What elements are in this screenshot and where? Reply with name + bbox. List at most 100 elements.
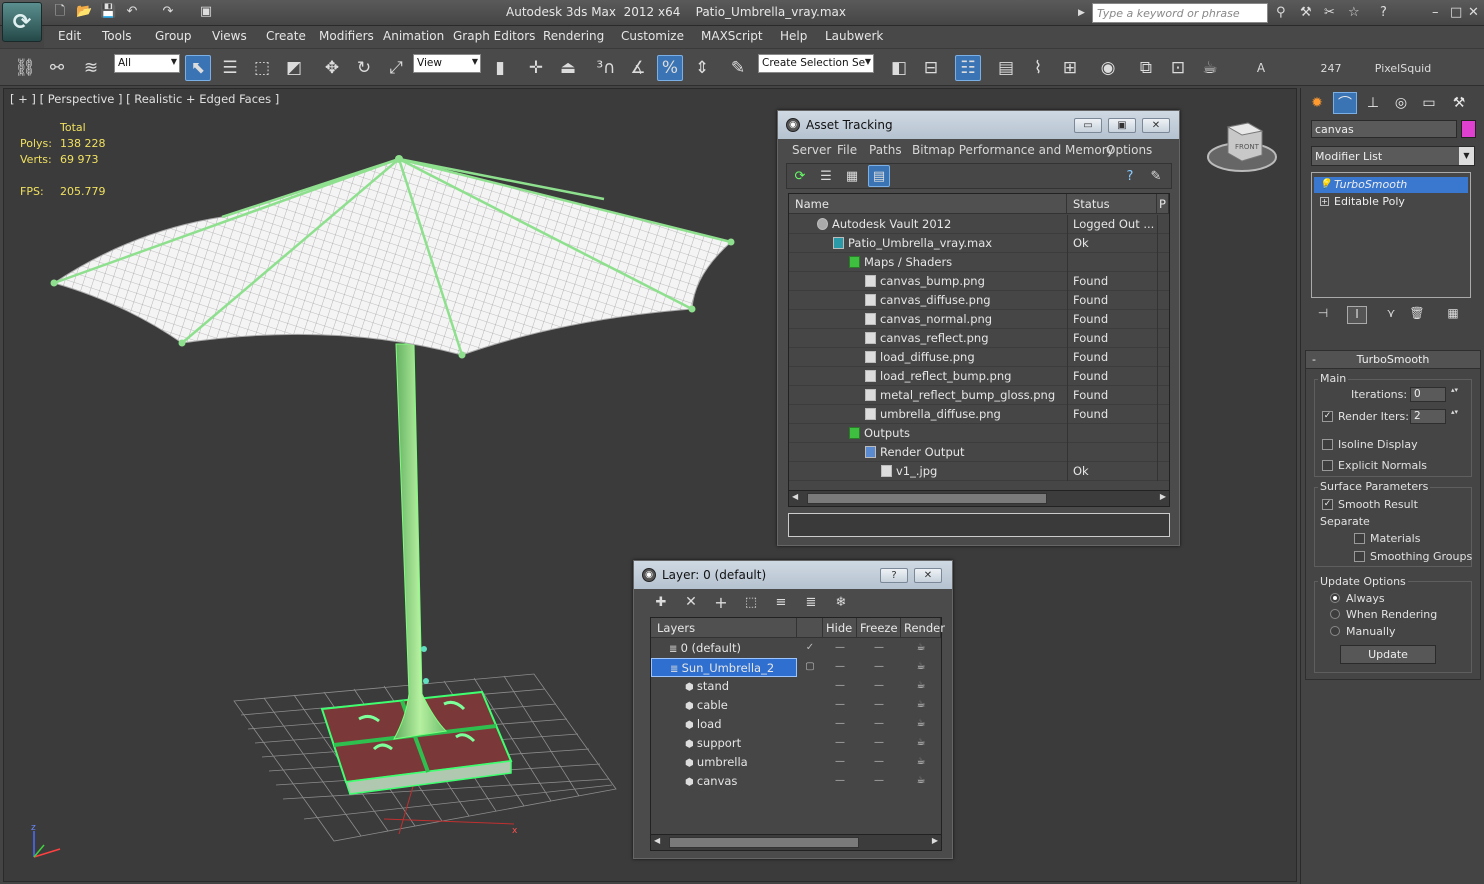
percent-snap-icon[interactable]: % (657, 55, 683, 81)
layer-row[interactable]: ≣ 0 (default) ✓ — — ☕ (651, 639, 941, 658)
freeze-toggle-icon[interactable]: — (857, 734, 901, 753)
stack-item-editable-poly[interactable]: + Editable Poly (1314, 194, 1468, 210)
layer-row[interactable]: ≣ Sun_Umbrella_2 ▢ — — ☕ (651, 658, 941, 677)
collapse-minus-icon[interactable]: - (1312, 351, 1316, 369)
show-end-result-icon[interactable]: Ⅰ (1347, 306, 1367, 324)
column-freeze[interactable]: Freeze (857, 618, 901, 638)
new-file-icon[interactable]: 🗋 (52, 4, 68, 20)
close-button[interactable]: ✕ (1142, 118, 1170, 133)
freeze-toggle-icon[interactable]: — (857, 677, 901, 696)
angle-snap-icon[interactable]: ∡ (625, 55, 651, 81)
menu-laubwerk[interactable]: Laubwerk (825, 29, 883, 43)
pixelsquid-label[interactable]: PixelSquid (1375, 55, 1431, 81)
hide-unhide-all-icon[interactable]: ≣ (800, 591, 822, 613)
always-radio[interactable] (1330, 593, 1340, 603)
viewcube[interactable]: FRONT (1207, 122, 1277, 172)
asset-row[interactable]: canvas_bump.png Found (789, 272, 1169, 291)
menu-modifiers[interactable]: Modifiers (319, 29, 374, 43)
expand-plus-icon[interactable]: + (1320, 197, 1329, 206)
communication-center-icon[interactable]: ✂ (1324, 5, 1335, 20)
render-iters-spinner[interactable]: 2 (1410, 409, 1459, 424)
add-to-layer-icon[interactable]: + (710, 591, 732, 613)
redo-icon[interactable]: ↷ (160, 4, 176, 20)
rendered-frame-window-icon[interactable]: ⊡ (1165, 55, 1191, 81)
menu-graph-editors[interactable]: Graph Editors (453, 29, 535, 43)
subscription-icon[interactable]: ⚒ (1300, 5, 1312, 20)
layer-row[interactable]: ⬢ cable — — ☕ (651, 696, 941, 715)
render-toggle-icon[interactable]: ☕ (901, 753, 941, 772)
schematic-view-icon[interactable]: ⊞ (1057, 55, 1083, 81)
menu-customize[interactable]: Customize (621, 29, 684, 43)
object-color-swatch[interactable] (1461, 120, 1476, 138)
asset-tracking-titlebar[interactable]: ◉ Asset Tracking ▭ ▣ ✕ (778, 111, 1179, 139)
freeze-toggle-icon[interactable]: — (857, 639, 901, 658)
scroll-right-icon[interactable]: ▶ (932, 836, 938, 845)
selection-filter-dropdown[interactable]: All (114, 54, 180, 73)
asset-row[interactable]: load_reflect_bump.png Found (789, 367, 1169, 386)
asset-row[interactable]: canvas_reflect.png Found (789, 329, 1169, 348)
display-tab-icon[interactable]: ▭ (1417, 92, 1441, 114)
undo-icon[interactable]: ↶ (124, 4, 140, 20)
stack-item-turbosmooth[interactable]: 💡 TurboSmooth (1314, 177, 1468, 193)
column-hide[interactable]: Hide (823, 618, 857, 638)
project-folder-icon[interactable]: ▣ (198, 4, 214, 20)
curve-editor-icon[interactable]: ⌇ (1025, 55, 1051, 81)
menu-file[interactable]: File (837, 143, 857, 157)
minimize-button[interactable]: ▭ (1074, 118, 1102, 133)
create-tab-icon[interactable]: ✹ (1305, 92, 1329, 114)
expand-search-icon[interactable]: ▶ (1078, 8, 1085, 18)
menu-maxscript[interactable]: MAXScript (701, 29, 763, 43)
select-objects-in-layer-icon[interactable]: ⬚ (740, 591, 762, 613)
isoline-display-checkbox[interactable] (1322, 439, 1333, 450)
lightbulb-icon[interactable]: 💡 (1319, 177, 1331, 193)
scrollbar-thumb[interactable] (669, 837, 859, 848)
window-crossing-icon[interactable]: ◩ (281, 55, 307, 81)
render-toggle-icon[interactable]: ☕ (901, 715, 941, 734)
make-unique-icon[interactable]: ⋎ (1381, 306, 1401, 324)
menu-help[interactable]: Help (780, 29, 807, 43)
hide-toggle-icon[interactable]: — (823, 772, 857, 791)
help-icon[interactable]: ? (1119, 165, 1141, 187)
application-button[interactable]: ⟳ (2, 2, 42, 42)
snaps-toggle-icon[interactable]: ³∩ (593, 55, 619, 81)
layer-row[interactable]: ⬢ stand — — ☕ (651, 677, 941, 696)
asset-row[interactable]: Autodesk Vault 2012 Logged Out ... (789, 215, 1169, 234)
layer-row[interactable]: ⬢ canvas — — ☕ (651, 772, 941, 791)
update-button[interactable]: Update (1340, 645, 1436, 664)
hide-toggle-icon[interactable]: — (823, 715, 857, 734)
create-layer-icon[interactable]: ✚ (650, 591, 672, 613)
column-status[interactable]: Status (1067, 194, 1157, 214)
restore-icon[interactable]: □ (1450, 5, 1462, 20)
open-file-icon[interactable]: 📂 (76, 4, 92, 20)
motion-tab-icon[interactable]: ◎ (1389, 92, 1413, 114)
when-rendering-radio[interactable] (1330, 609, 1340, 619)
rotate-icon[interactable]: ↻ (351, 55, 377, 81)
highlight-layer-icon[interactable]: ≡ (770, 591, 792, 613)
keyboard-shortcut-override-icon[interactable]: ⏏ (555, 55, 581, 81)
hide-toggle-icon[interactable]: — (823, 677, 857, 696)
make-current-icon[interactable] (797, 715, 823, 734)
select-by-name-icon[interactable]: ☰ (217, 55, 243, 81)
refresh-icon[interactable]: ⟳ (789, 165, 811, 187)
asset-row[interactable]: Patio_Umbrella_vray.max Ok (789, 234, 1169, 253)
table-view-icon[interactable]: ▤ (868, 165, 890, 187)
menu-views[interactable]: Views (212, 29, 247, 43)
column-layers[interactable]: Layers (651, 618, 797, 638)
manually-radio[interactable] (1330, 626, 1340, 636)
rectangular-selection-icon[interactable]: ⬚ (249, 55, 275, 81)
layer-row[interactable]: ⬢ load — — ☕ (651, 715, 941, 734)
named-selection-dropdown[interactable]: Create Selection Se (758, 54, 874, 73)
smooth-result-checkbox[interactable]: ✓ (1322, 499, 1333, 510)
make-current-icon[interactable] (797, 696, 823, 715)
asset-row[interactable]: Outputs (789, 424, 1169, 443)
utilities-tab-icon[interactable]: ⚒ (1447, 92, 1471, 114)
menu-animation[interactable]: Animation (383, 29, 444, 43)
menu-paths[interactable]: Paths (869, 143, 902, 157)
freeze-toggle-icon[interactable]: — (857, 696, 901, 715)
freeze-toggle-icon[interactable]: — (857, 772, 901, 791)
freeze-toggle-icon[interactable]: — (857, 753, 901, 772)
scroll-right-icon[interactable]: ▶ (1160, 492, 1166, 501)
search-input[interactable]: Type a keyword or phrase (1092, 3, 1268, 23)
edit-named-selections-icon[interactable]: ✎ (725, 55, 751, 81)
object-name-field[interactable]: canvas (1311, 120, 1457, 138)
